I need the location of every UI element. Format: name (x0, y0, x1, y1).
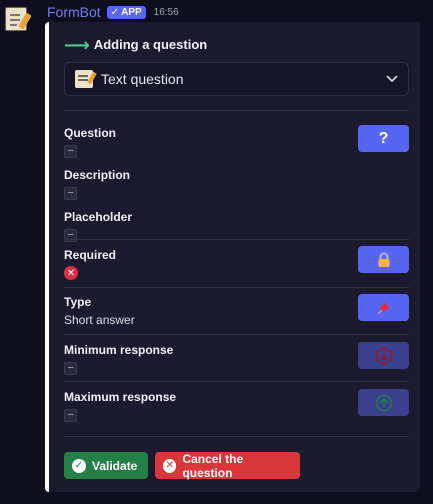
chevron-down-icon (386, 72, 398, 86)
x-circle-icon: ✕ (163, 458, 177, 473)
app-badge-label: APP (121, 6, 142, 18)
question-value: – (64, 145, 78, 158)
x-icon: ✕ (64, 266, 78, 280)
divider (64, 334, 409, 335)
required-row: Required ✕ (64, 246, 409, 288)
app-badge: ✓ APP (106, 5, 146, 19)
embed-title: ⟶ Adding a question (64, 34, 208, 55)
cancel-question-button[interactable]: ✕ Cancel the question (155, 451, 300, 480)
divider (64, 239, 409, 240)
pencil-icon (18, 12, 32, 30)
description-label: Description (64, 168, 131, 182)
arrow-right-icon: ⟶ (64, 34, 90, 55)
placeholder-label: Placeholder (64, 210, 133, 224)
max-response-value: – (64, 409, 78, 422)
divider (64, 436, 409, 437)
bot-name[interactable]: FormBot (47, 4, 101, 20)
change-type-button[interactable] (358, 294, 409, 321)
toggle-required-button[interactable] (358, 246, 409, 273)
avatar-line (10, 14, 20, 16)
lock-icon (378, 252, 389, 267)
edit-question-button[interactable]: ? (358, 125, 409, 152)
set-minimum-button[interactable] (358, 342, 409, 369)
bot-avatar[interactable] (5, 7, 32, 31)
embed-title-text: Adding a question (93, 37, 208, 52)
divider (64, 381, 409, 382)
cancel-label: Cancel the question (182, 451, 244, 480)
placeholder-value: – (64, 229, 78, 242)
pushpin-icon (376, 301, 390, 315)
question-mark-icon: ? (378, 129, 389, 147)
check-circle-icon: ✓ (72, 458, 86, 473)
description-value: – (64, 187, 78, 200)
set-maximum-button[interactable] (358, 389, 409, 416)
type-row: Type Short answer (64, 294, 409, 339)
avatar-line (10, 19, 20, 21)
arrow-up-circle-icon (375, 394, 392, 411)
avatar-line (10, 24, 17, 26)
max-response-row: Maximum response – (64, 389, 409, 430)
question-type-select[interactable]: Text question (64, 62, 409, 96)
memo-icon (75, 70, 93, 88)
divider (64, 287, 409, 288)
message-header: FormBot ✓ APP 16:56 (47, 4, 179, 20)
min-response-row: Minimum response – (64, 342, 409, 383)
arrow-down-circle-icon (375, 347, 392, 364)
select-value: Text question (101, 71, 184, 87)
embed-card: ⟶ Adding a question Text question Questi… (45, 22, 420, 492)
divider (64, 110, 409, 111)
validate-button[interactable]: ✓ Validate (64, 452, 148, 479)
question-block: Question – Description – Placeholder – ? (64, 125, 409, 242)
min-response-value: – (64, 362, 78, 375)
timestamp: 16:56 (153, 6, 179, 18)
check-icon: ✓ (110, 6, 120, 18)
validate-label: Validate (92, 458, 138, 473)
